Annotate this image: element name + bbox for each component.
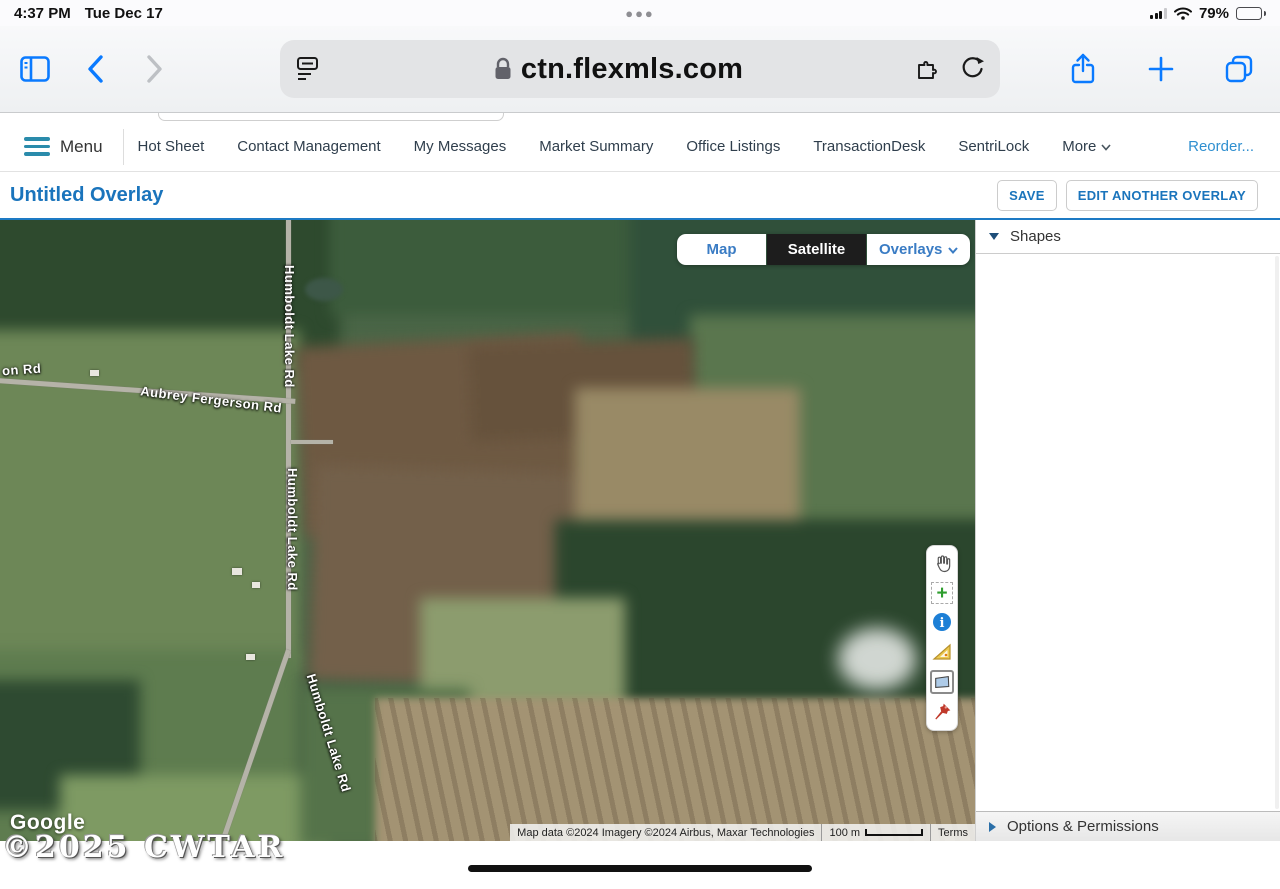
nav-item-contact-management[interactable]: Contact Management [237,138,380,155]
drawing-tool-palette: + i [926,545,958,731]
nav-item-office-listings[interactable]: Office Listings [686,138,780,155]
options-permissions-header[interactable]: Options & Permissions [976,811,1280,841]
reorder-link[interactable]: Reorder... [1188,138,1254,155]
toolbar-gap [0,113,1280,122]
page-title: Untitled Overlay [10,184,163,207]
building [90,370,99,376]
attribution-text: Map data ©2024 Imagery ©2024 Airbus, Max… [510,824,821,841]
edit-another-overlay-button[interactable]: EDIT ANOTHER OVERLAY [1066,180,1258,211]
back-button-icon[interactable] [78,52,112,86]
add-plus-icon[interactable]: + [931,582,953,604]
nav-item-my-messages[interactable]: My Messages [414,138,507,155]
hamburger-icon [24,137,50,156]
terms-link[interactable]: Terms [930,824,975,841]
overlay-sidebar: Shapes Options & Permissions [975,220,1280,841]
scrollbar-track[interactable] [1275,256,1279,809]
map-view-button[interactable]: Map [677,234,766,265]
field-rows-texture [375,698,975,841]
road-label-humboldt-lake-rd: Humboldt Lake Rd [282,265,297,388]
options-label: Options & Permissions [1007,818,1159,835]
battery-icon [1236,7,1266,20]
title-bar: Untitled Overlay SAVE EDIT ANOTHER OVERL… [0,172,1280,218]
cellular-signal-icon [1150,8,1167,19]
battery-percent: 79% [1199,5,1229,22]
measure-ruler-icon[interactable] [930,640,954,664]
copyright-watermark: ©2025 CWTAR [2,830,285,865]
tab-overview-icon[interactable] [1222,52,1256,86]
nav-item-transactiondesk[interactable]: TransactionDesk [813,138,925,155]
clock: 4:37 PM [14,5,71,22]
nav-item-hot-sheet[interactable]: Hot Sheet [138,138,205,155]
map-canvas[interactable]: Humboldt Lake Rd Humboldt Lake Rd Humbol… [0,220,975,841]
nav-item-market-summary[interactable]: Market Summary [539,138,653,155]
collapse-triangle-icon [989,233,999,240]
nav-divider [123,129,124,165]
building [246,654,255,660]
shapes-label: Shapes [1010,228,1061,245]
draw-polygon-icon[interactable] [930,670,954,694]
search-field-partial[interactable] [158,113,504,121]
sidebar-toggle-icon[interactable] [18,52,52,86]
road [291,440,333,444]
date: Tue Dec 17 [85,5,163,22]
save-button[interactable]: SAVE [997,180,1057,211]
shapes-panel-body [976,254,1280,811]
info-icon[interactable]: i [930,610,954,634]
shapes-panel-header[interactable]: Shapes [976,220,1280,254]
forward-button-icon[interactable] [138,52,172,86]
overlays-dropdown-button[interactable]: Overlays [867,234,970,265]
chevron-down-icon [948,245,958,255]
safari-toolbar: ctn.flexmls.com [0,26,1280,113]
chevron-down-icon [1101,142,1111,152]
road-label-humboldt-lake-rd: Humboldt Lake Rd [285,468,300,591]
pan-hand-icon[interactable] [930,552,954,576]
nav-item-sentrilock[interactable]: SentriLock [958,138,1029,155]
wifi-icon [1174,7,1192,20]
building [232,568,242,575]
url-text[interactable]: ctn.flexmls.com [521,53,743,86]
flexmls-nav-bar: Menu Hot Sheet Contact Management My Mes… [0,122,1280,172]
pin-icon[interactable] [930,700,954,724]
lock-icon [493,56,513,82]
pond [305,278,343,301]
cloud [838,628,916,690]
building [252,582,260,588]
nav-item-more[interactable]: More [1062,138,1111,155]
road-label-partial: on Rd [2,361,42,379]
scale-control: 100 m [821,824,930,841]
map-type-controls: Map Satellite Overlays [677,234,970,265]
extensions-icon[interactable] [916,57,942,81]
forest-patch [330,220,640,315]
menu-button[interactable]: Menu [12,137,117,157]
reload-icon[interactable] [960,56,984,82]
new-tab-plus-icon[interactable] [1144,52,1178,86]
menu-label: Menu [60,137,103,157]
page-format-icon[interactable] [296,56,320,82]
multitasking-dots-icon[interactable]: ●●● [625,6,655,21]
scale-bar [865,829,923,836]
ios-status-bar: 4:37 PM Tue Dec 17 ●●● 79% [0,0,1280,26]
map-attribution: Map data ©2024 Imagery ©2024 Airbus, Max… [510,824,975,841]
address-bar[interactable]: ctn.flexmls.com [280,40,1000,98]
svg-text:i: i [940,616,945,631]
share-icon[interactable] [1066,52,1100,86]
home-indicator[interactable] [468,865,812,872]
satellite-view-button[interactable]: Satellite [767,234,866,265]
expand-triangle-icon [989,822,996,832]
